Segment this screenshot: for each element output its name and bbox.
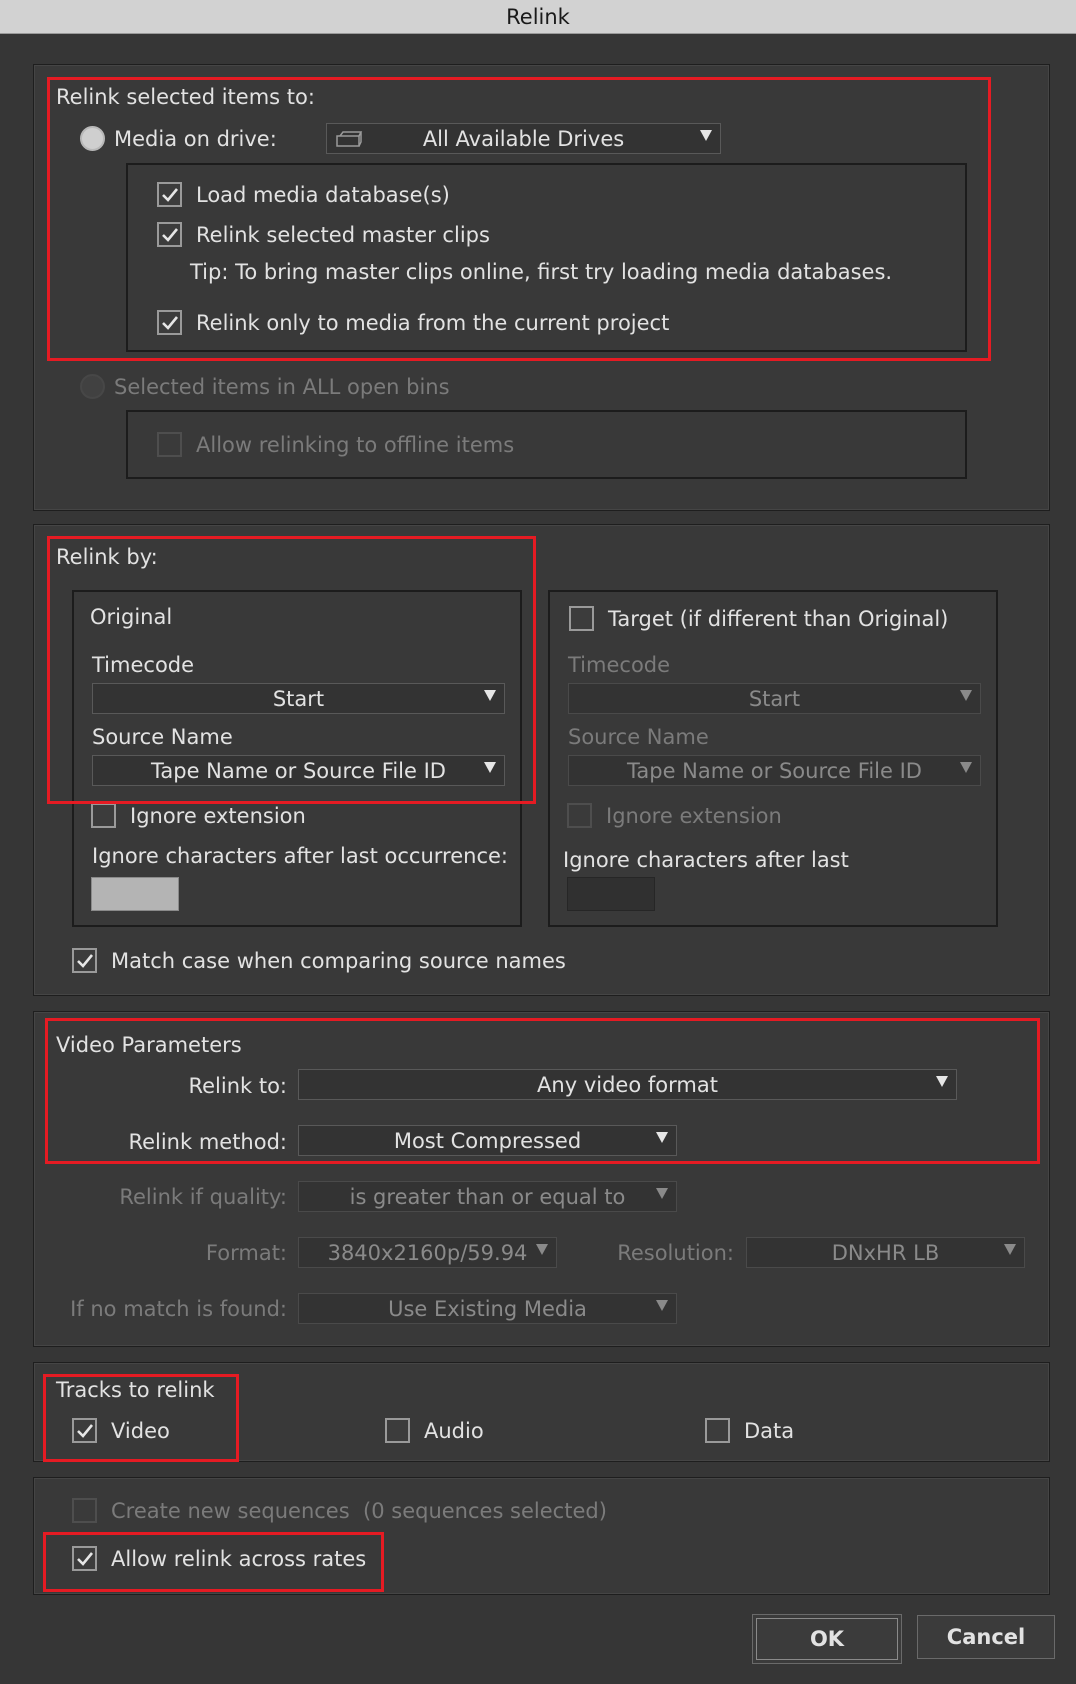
chevron-down-icon xyxy=(1004,1244,1016,1255)
relink-to-dropdown[interactable]: Any video format xyxy=(298,1069,957,1100)
allow-across-rates-label: Allow relink across rates xyxy=(111,1547,367,1571)
relink-method-label: Relink method: xyxy=(128,1130,287,1154)
checkmark-icon xyxy=(161,227,178,242)
chevron-down-icon xyxy=(700,130,712,141)
video-track-label: Video xyxy=(111,1419,170,1443)
relink-quality-dropdown[interactable]: is greater than or equal to xyxy=(298,1181,677,1212)
media-on-drive-radio[interactable] xyxy=(80,126,105,151)
match-case-checkbox[interactable] xyxy=(72,948,97,973)
target-ignore-extension-label: Ignore extension xyxy=(606,804,782,828)
video-params-label: Video Parameters xyxy=(56,1033,242,1057)
resolution-value: DNxHR LB xyxy=(831,1240,940,1265)
original-source-name-value: Tape Name or Source File ID xyxy=(151,758,446,783)
resolution-dropdown[interactable]: DNxHR LB xyxy=(746,1237,1025,1268)
allow-offline-label: Allow relinking to offline items xyxy=(196,433,515,457)
relink-to-label: Relink to: xyxy=(188,1074,287,1098)
original-timecode-label: Timecode xyxy=(92,653,195,677)
load-media-db-label: Load media database(s) xyxy=(196,183,450,207)
checkmark-icon xyxy=(161,187,178,202)
chevron-down-icon xyxy=(936,1076,948,1087)
original-timecode-value: Start xyxy=(272,686,325,711)
relink-master-clips-label: Relink selected master clips xyxy=(196,223,490,247)
original-title: Original xyxy=(90,605,173,629)
data-track-label: Data xyxy=(744,1419,795,1443)
relink-by-label: Relink by: xyxy=(56,545,158,569)
video-track-checkbox[interactable] xyxy=(72,1418,97,1443)
format-value: 3840x2160p/59.94 xyxy=(327,1240,528,1265)
checkmark-icon xyxy=(76,1423,93,1438)
checkmark-icon xyxy=(76,1551,93,1566)
chevron-down-icon xyxy=(656,1300,668,1311)
resolution-label: Resolution: xyxy=(617,1241,734,1265)
target-timecode-value: Start xyxy=(748,686,801,711)
chevron-down-icon xyxy=(656,1132,668,1143)
load-media-db-checkbox[interactable] xyxy=(157,182,182,207)
match-case-label: Match case when comparing source names xyxy=(111,949,566,973)
chevron-down-icon xyxy=(656,1188,668,1199)
cancel-button-label: Cancel xyxy=(946,1625,1026,1649)
drive-dropdown[interactable]: All Available Drives xyxy=(326,123,721,154)
no-match-value: Use Existing Media xyxy=(388,1296,587,1321)
checkmark-icon xyxy=(161,315,178,330)
relink-to-value: Any video format xyxy=(537,1072,718,1097)
original-source-name-label: Source Name xyxy=(92,725,233,749)
relink-quality-value: is greater than or equal to xyxy=(349,1184,626,1209)
chevron-down-icon xyxy=(484,762,496,773)
relink-master-clips-checkbox[interactable] xyxy=(157,222,182,247)
sequences-panel xyxy=(33,1477,1050,1595)
target-source-name-value: Tape Name or Source File ID xyxy=(627,758,922,783)
title-bar: Relink xyxy=(0,0,1076,34)
window-title: Relink xyxy=(506,4,570,29)
target-source-name-dropdown[interactable]: Tape Name or Source File ID xyxy=(568,755,981,786)
drive-icon xyxy=(335,129,363,154)
original-source-name-dropdown[interactable]: Tape Name or Source File ID xyxy=(92,755,505,786)
data-track-checkbox[interactable] xyxy=(705,1418,730,1443)
cancel-button[interactable]: Cancel xyxy=(917,1615,1055,1659)
chevron-down-icon xyxy=(536,1244,548,1255)
original-ignore-extension-checkbox[interactable] xyxy=(91,803,116,828)
original-ignore-extension-label: Ignore extension xyxy=(130,804,306,828)
chevron-down-icon xyxy=(484,690,496,701)
drive-dropdown-value: All Available Drives xyxy=(422,126,625,151)
create-sequences-checkbox[interactable] xyxy=(72,1498,97,1523)
checkmark-icon xyxy=(76,953,93,968)
relink-method-dropdown[interactable]: Most Compressed xyxy=(298,1125,677,1156)
target-ignore-chars-label: Ignore characters after last xyxy=(563,848,849,872)
create-sequences-label: Create new sequences (0 sequences select… xyxy=(111,1499,607,1523)
audio-track-checkbox[interactable] xyxy=(385,1418,410,1443)
format-dropdown[interactable]: 3840x2160p/59.94 xyxy=(298,1237,557,1268)
tip-text: Tip: To bring master clips online, first… xyxy=(190,260,893,284)
target-ignore-chars-input[interactable] xyxy=(567,877,655,911)
tracks-label: Tracks to relink xyxy=(56,1378,215,1402)
relink-items-label: Relink selected items to: xyxy=(56,85,315,109)
relink-quality-label: Relink if quality: xyxy=(119,1185,287,1209)
ok-button-label: OK xyxy=(809,1627,845,1651)
target-checkbox[interactable] xyxy=(569,606,594,631)
format-label: Format: xyxy=(205,1241,287,1265)
chevron-down-icon xyxy=(960,690,972,701)
ok-button[interactable]: OK xyxy=(752,1614,902,1664)
relink-method-value: Most Compressed xyxy=(393,1128,582,1153)
chevron-down-icon xyxy=(960,762,972,773)
original-timecode-dropdown[interactable]: Start xyxy=(92,683,505,714)
all-open-bins-label: Selected items in ALL open bins xyxy=(114,375,450,399)
no-match-label: If no match is found: xyxy=(70,1297,287,1321)
original-ignore-chars-label: Ignore characters after last occurrence: xyxy=(92,844,508,868)
allow-offline-checkbox[interactable] xyxy=(157,432,182,457)
original-ignore-chars-input[interactable] xyxy=(91,877,179,911)
target-timecode-dropdown[interactable]: Start xyxy=(568,683,981,714)
relink-current-project-checkbox[interactable] xyxy=(157,310,182,335)
target-timecode-label: Timecode xyxy=(568,653,671,677)
target-ignore-extension-checkbox[interactable] xyxy=(567,803,592,828)
target-title: Target (if different than Original) xyxy=(608,607,949,631)
relink-current-project-label: Relink only to media from the current pr… xyxy=(196,311,670,335)
audio-track-label: Audio xyxy=(424,1419,484,1443)
media-on-drive-label: Media on drive: xyxy=(114,127,277,151)
allow-across-rates-checkbox[interactable] xyxy=(72,1546,97,1571)
no-match-dropdown[interactable]: Use Existing Media xyxy=(298,1293,677,1324)
all-open-bins-radio[interactable] xyxy=(80,374,105,399)
target-source-name-label: Source Name xyxy=(568,725,709,749)
